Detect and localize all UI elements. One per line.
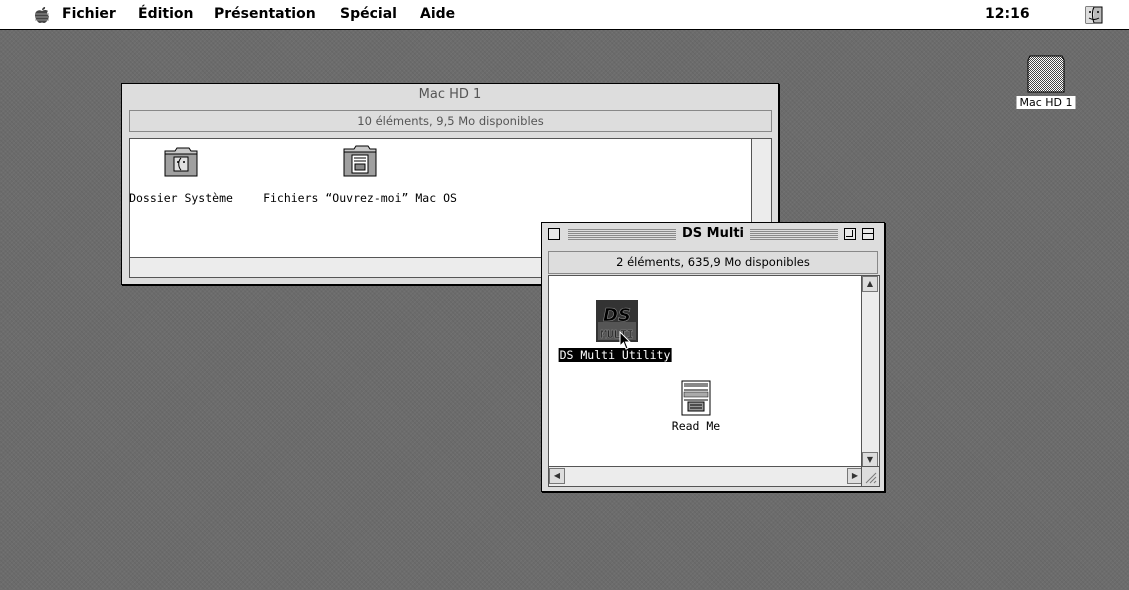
resize-grow-box[interactable] <box>861 466 879 486</box>
read-me-document-icon[interactable] <box>680 379 712 417</box>
menu-clock[interactable]: 12:16 <box>985 6 1030 22</box>
window-title: Mac HD 1 <box>412 87 488 102</box>
window-content-area[interactable]: ▲ ▼ ◀ ▶ DS MULTI DS Multi Utility Read M… <box>548 275 880 487</box>
menu-fichier[interactable]: Fichier <box>62 6 116 22</box>
horizontal-scrollbar[interactable]: ◀ ▶ <box>549 466 863 486</box>
close-box-button[interactable] <box>548 228 560 240</box>
window-title: DS Multi <box>676 226 750 241</box>
scroll-left-arrow-icon[interactable]: ◀ <box>549 468 565 484</box>
resize-grip-icon[interactable] <box>862 467 878 485</box>
menu-bar: Fichier Édition Présentation Spécial Aid… <box>0 0 1129 30</box>
system-folder-icon[interactable] <box>163 145 199 179</box>
ds-multi-utility-label[interactable]: DS Multi Utility <box>558 348 672 362</box>
collapse-box-button[interactable] <box>862 228 874 240</box>
svg-text:DS: DS <box>603 305 631 326</box>
title-stripes-left <box>568 229 682 240</box>
readme-folder-icon[interactable] <box>342 143 378 179</box>
vertical-scrollbar[interactable]: ▲ ▼ <box>861 276 879 468</box>
system-folder-label[interactable]: Dossier Système <box>129 191 233 205</box>
title-stripes-right <box>750 229 838 240</box>
hard-disk-icon[interactable] <box>1026 52 1066 96</box>
menu-special[interactable]: Spécial <box>340 6 397 22</box>
window-info-bar: 10 éléments, 9,5 Mo disponibles <box>129 110 772 132</box>
menu-edition[interactable]: Édition <box>138 6 193 22</box>
window-title-bar[interactable]: Mac HD 1 <box>122 84 778 106</box>
application-menu-finder-icon[interactable] <box>1084 5 1104 25</box>
mouse-pointer-icon <box>619 331 632 350</box>
window-info-bar: 2 éléments, 635,9 Mo disponibles <box>548 251 878 274</box>
readme-folder-label[interactable]: Fichiers “Ouvrez-moi” Mac OS <box>263 191 457 205</box>
window-ds-multi[interactable]: DS Multi 2 éléments, 635,9 Mo disponible… <box>541 222 885 492</box>
apple-menu-icon[interactable] <box>34 6 50 24</box>
window-title-bar[interactable]: DS Multi <box>542 223 884 245</box>
menu-presentation[interactable]: Présentation <box>214 6 316 22</box>
zoom-box-button[interactable] <box>844 228 856 240</box>
hard-disk-label[interactable]: Mac HD 1 <box>1016 96 1076 109</box>
desktop: Fichier Édition Présentation Spécial Aid… <box>0 0 1129 590</box>
scroll-up-arrow-icon[interactable]: ▲ <box>862 276 878 292</box>
menu-aide[interactable]: Aide <box>420 6 455 22</box>
read-me-label[interactable]: Read Me <box>672 419 720 433</box>
